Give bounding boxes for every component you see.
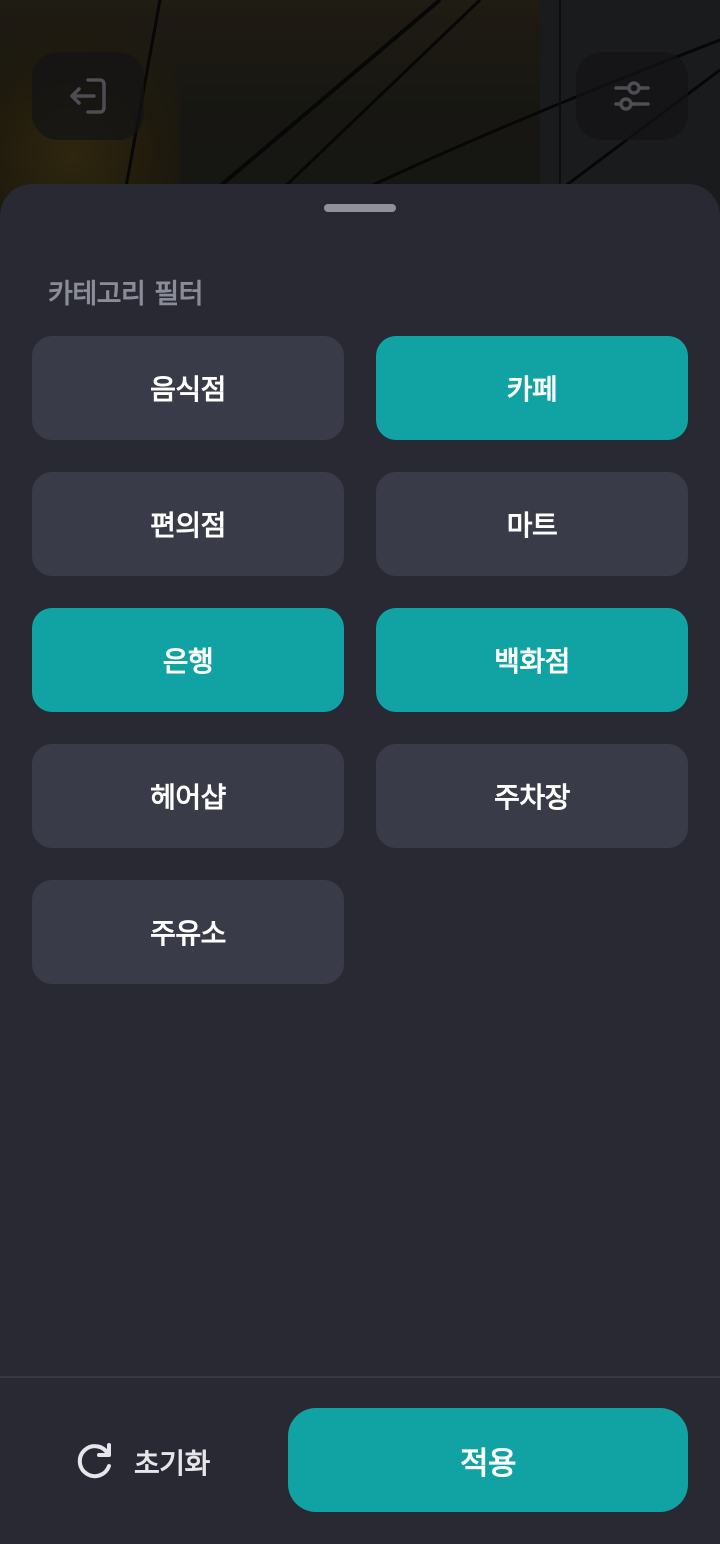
reset-button[interactable]: 초기화 <box>72 1422 210 1502</box>
category-chip-parking[interactable]: 주차장 <box>376 744 688 848</box>
refresh-icon <box>77 1443 111 1479</box>
category-chip-hair-salon[interactable]: 헤어샵 <box>32 744 344 848</box>
drag-handle[interactable] <box>324 204 396 212</box>
sheet-title: 카테고리 필터 <box>48 279 203 310</box>
exit-icon <box>70 78 106 114</box>
sheet-footer: 초기화 적용 <box>0 1376 720 1544</box>
category-chip-gas-station[interactable]: 주유소 <box>32 880 344 984</box>
exit-button[interactable] <box>32 52 144 140</box>
filter-button[interactable] <box>576 52 688 140</box>
category-filter-sheet: 카테고리 필터 음식점 카페 편의점 마트 은행 백화점 헤어샵 주차장 주유소… <box>0 184 720 1544</box>
category-chip-mart[interactable]: 마트 <box>376 472 688 576</box>
category-chip-convenience-store[interactable]: 편의점 <box>32 472 344 576</box>
category-chip-bank[interactable]: 은행 <box>32 608 344 712</box>
apply-button[interactable]: 적용 <box>288 1408 688 1512</box>
category-chip-department-store[interactable]: 백화점 <box>376 608 688 712</box>
screen: 카테고리 필터 음식점 카페 편의점 마트 은행 백화점 헤어샵 주차장 주유소… <box>0 0 720 1544</box>
reset-label: 초기화 <box>134 1447 210 1480</box>
category-grid: 음식점 카페 편의점 마트 은행 백화점 헤어샵 주차장 주유소 <box>32 336 688 984</box>
category-chip-cafe[interactable]: 카페 <box>376 336 688 440</box>
category-chip-restaurant[interactable]: 음식점 <box>32 336 344 440</box>
sliders-icon <box>614 81 650 111</box>
